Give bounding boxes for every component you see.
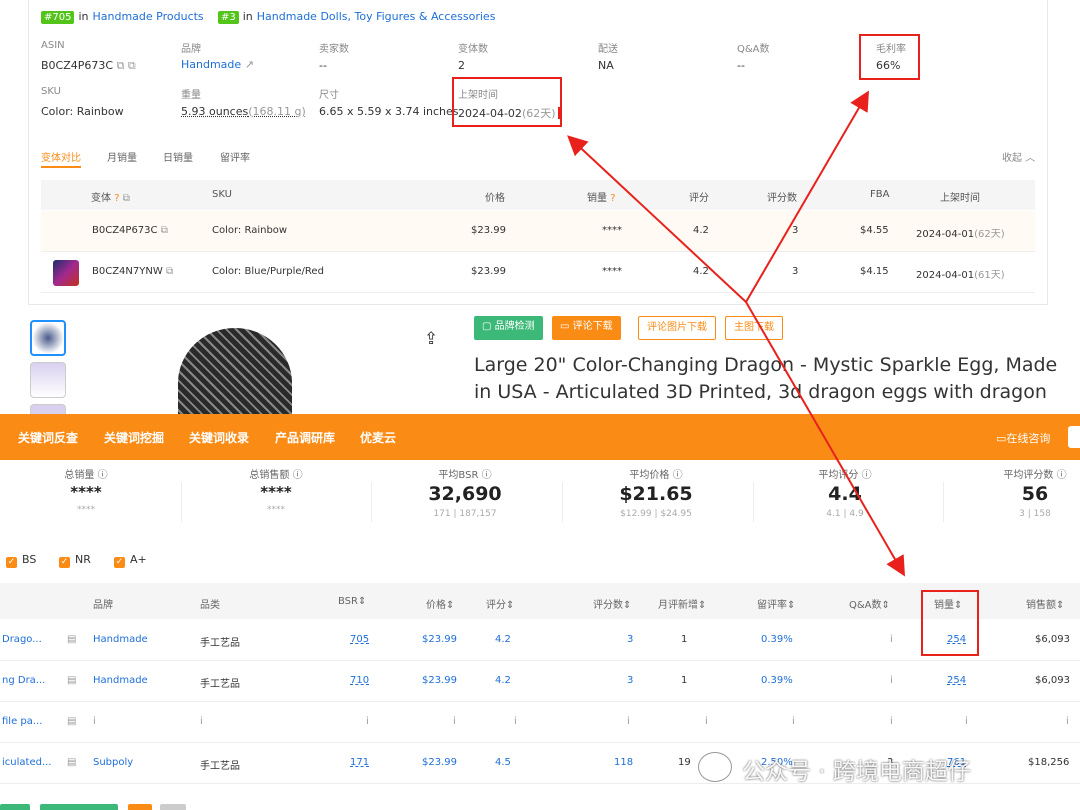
arrow-to-margin: [745, 90, 870, 303]
screenshot-root: { "ranks":[{"num":"#705","in":"in","cat"…: [0, 0, 1080, 810]
arrow-to-sales: [745, 301, 906, 577]
arrow-to-date: [567, 135, 747, 303]
annotation-arrows: [567, 90, 906, 577]
watermark-text: 公众号 · 跨境电商超仔: [742, 759, 971, 785]
wechat-icon: [698, 752, 732, 782]
